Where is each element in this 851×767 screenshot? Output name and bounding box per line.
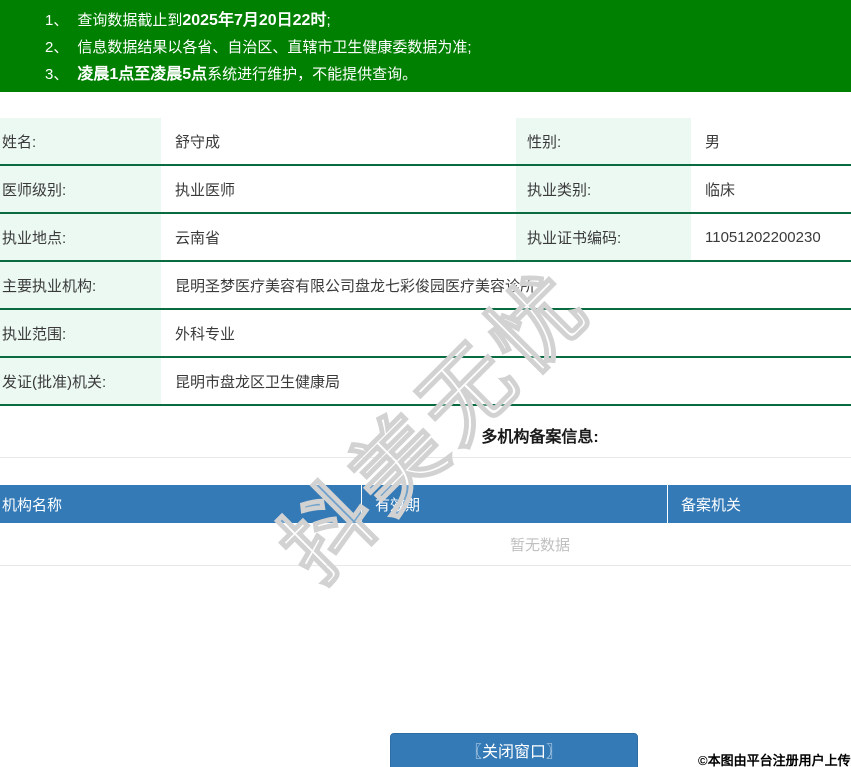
main-org-label: 主要执业机构: <box>0 262 161 308</box>
empty-data-placeholder: 暂无数据 <box>0 523 851 566</box>
issuing-authority-label: 发证(批准)机关: <box>0 358 161 404</box>
name-value: 舒守成 <box>161 118 516 164</box>
records-table-header: 机构名称 有效期 备案机关 <box>0 485 851 523</box>
notice-text-bold: 凌晨1点至凌晨5点 <box>77 66 208 83</box>
notice-line-1: 1、 查询数据截止到2025年7月20日22时; <box>45 7 851 34</box>
multi-org-records-table: 机构名称 有效期 备案机关 暂无数据 <box>0 485 851 566</box>
practice-location-label: 执业地点: <box>0 214 161 260</box>
practice-location-value: 云南省 <box>161 214 516 260</box>
notice-number: 1、 <box>45 12 69 29</box>
notice-number: 3、 <box>45 66 69 83</box>
notice-text: ; <box>326 12 331 29</box>
copyright-stamp: ©本图由平台注册用户上传 <box>698 753 851 767</box>
multi-org-section-title: 多机构备案信息: <box>0 406 851 458</box>
close-window-button[interactable]: 〖关闭窗口〗 <box>390 733 638 767</box>
practice-scope-label: 执业范围: <box>0 310 161 356</box>
table-row: 执业范围: 外科专业 <box>0 310 851 358</box>
notice-text: 信息数据结果以各省、自治区、直辖市卫生健康委数据为准; <box>77 39 472 56</box>
name-label: 姓名: <box>0 118 161 164</box>
main-org-value: 昆明圣梦医疗美容有限公司盘龙七彩俊园医疗美容诊所 <box>161 262 851 308</box>
certificate-number-label: 执业证书编码: <box>516 214 691 260</box>
column-header-org-name: 机构名称 <box>0 485 362 523</box>
issuing-authority-value: 昆明市盘龙区卫生健康局 <box>161 358 851 404</box>
page-content: 1、 查询数据截止到2025年7月20日22时; 2、 信息数据结果以各省、自治区、… <box>0 0 851 566</box>
notice-number: 2、 <box>45 39 69 56</box>
notice-banner: 1、 查询数据截止到2025年7月20日22时; 2、 信息数据结果以各省、自治区、… <box>0 0 851 92</box>
column-header-validity: 有效期 <box>362 485 668 523</box>
notice-line-2: 2、 信息数据结果以各省、自治区、直辖市卫生健康委数据为准; <box>45 34 851 61</box>
table-row: 发证(批准)机关: 昆明市盘龙区卫生健康局 <box>0 358 851 406</box>
practice-scope-value: 外科专业 <box>161 310 851 356</box>
notice-text: 系统进行维护，不能提供查询。 <box>207 66 418 83</box>
practice-category-value: 临床 <box>691 166 851 212</box>
certificate-number-value: 11051202200230 <box>691 214 851 260</box>
gender-label: 性别: <box>516 118 691 164</box>
notice-text-bold: 2025年7月20日22时 <box>182 12 327 29</box>
doctor-level-label: 医师级别: <box>0 166 161 212</box>
query-result-window: 1、 查询数据截止到2025年7月20日22时; 2、 信息数据结果以各省、自治区、… <box>0 0 851 767</box>
doctor-info-table: 姓名: 舒守成 性别: 男 医师级别: 执业医师 执业类别: 临床 执业地点: … <box>0 118 851 406</box>
column-header-record-authority: 备案机关 <box>681 496 742 514</box>
practice-category-label: 执业类别: <box>516 166 691 212</box>
notice-line-3: 3、 凌晨1点至凌晨5点系统进行维护，不能提供查询。 <box>45 61 851 88</box>
gender-value: 男 <box>691 118 851 164</box>
table-row: 主要执业机构: 昆明圣梦医疗美容有限公司盘龙七彩俊园医疗美容诊所 <box>0 262 851 310</box>
table-row: 医师级别: 执业医师 执业类别: 临床 <box>0 166 851 214</box>
table-row: 执业地点: 云南省 执业证书编码: 11051202200230 <box>0 214 851 262</box>
notice-text: 查询数据截止到 <box>77 12 183 29</box>
doctor-level-value: 执业医师 <box>161 166 516 212</box>
table-row: 姓名: 舒守成 性别: 男 <box>0 118 851 166</box>
